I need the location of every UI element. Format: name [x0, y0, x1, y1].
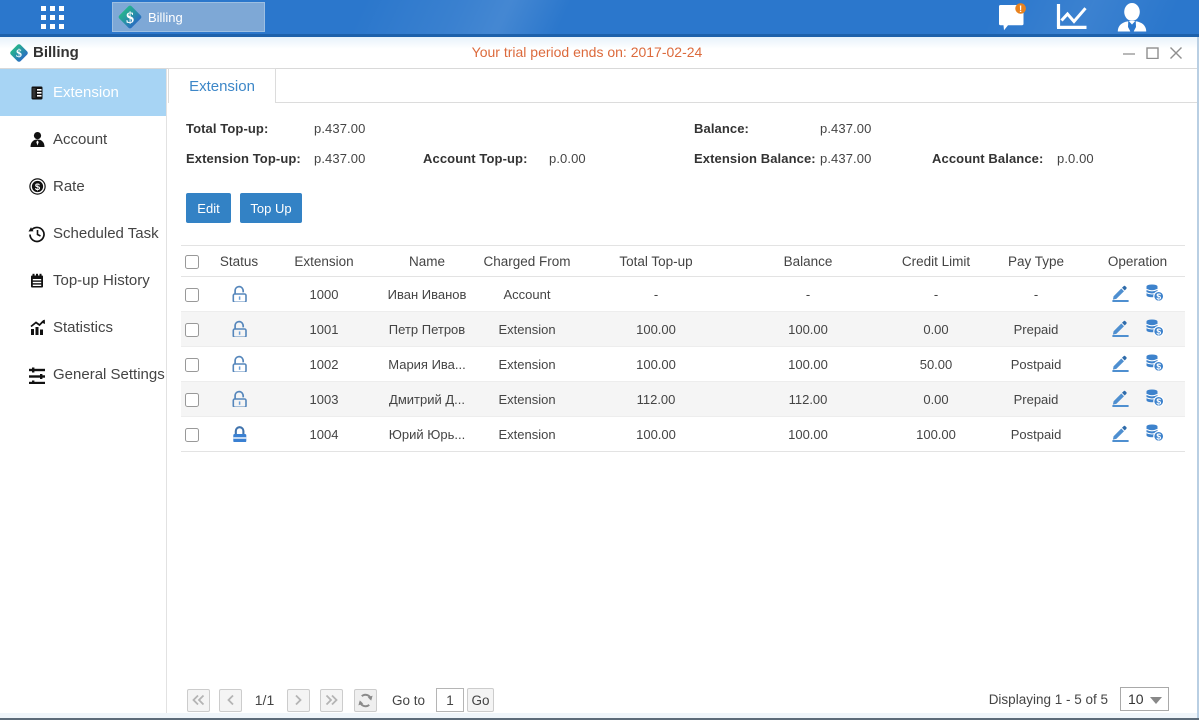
- svg-text:$: $: [1156, 396, 1161, 406]
- svg-text:$: $: [1156, 291, 1161, 301]
- svg-text:$: $: [1156, 326, 1161, 336]
- svg-text:$: $: [126, 9, 134, 27]
- svg-text:$: $: [1156, 361, 1161, 371]
- svg-text:$: $: [34, 182, 40, 193]
- svg-text:$: $: [1156, 431, 1161, 441]
- svg-text:!: !: [1019, 4, 1022, 15]
